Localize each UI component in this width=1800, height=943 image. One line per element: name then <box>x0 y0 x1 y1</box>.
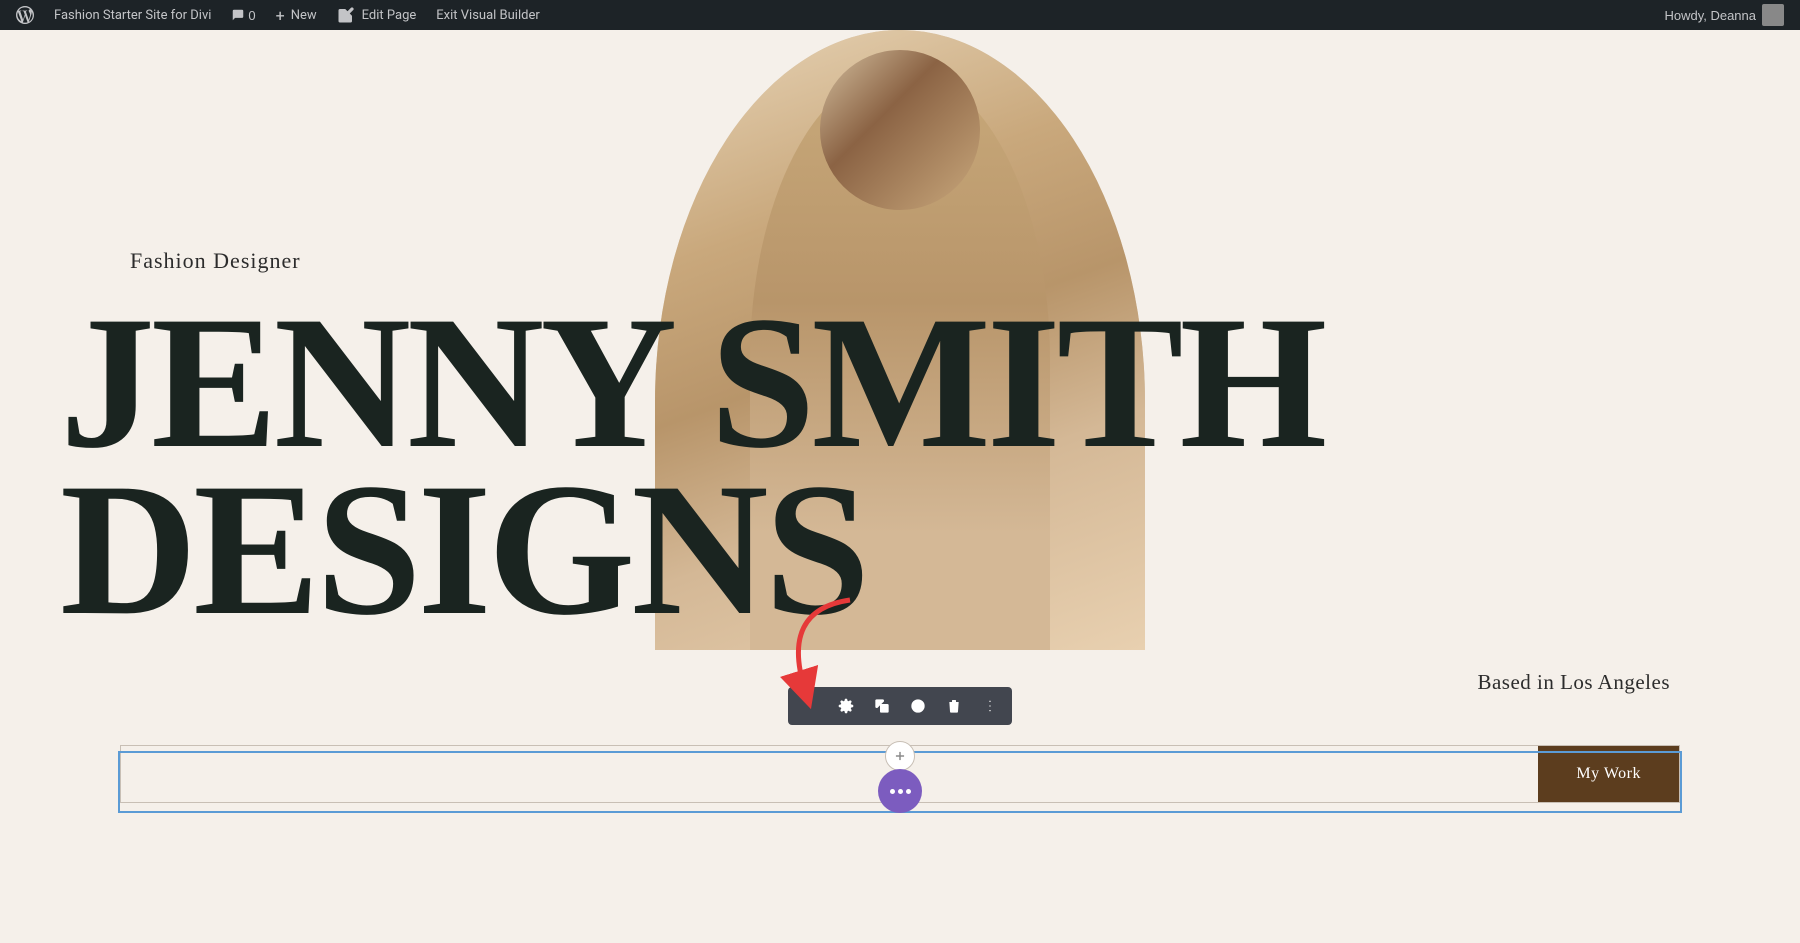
toolbar-more-button[interactable] <box>972 688 1008 724</box>
dot-3 <box>906 789 911 794</box>
wp-logo[interactable] <box>8 0 42 30</box>
hero-location: Based in Los Angeles <box>1477 670 1670 695</box>
toolbar-disable-button[interactable] <box>900 688 936 724</box>
dot-1 <box>890 789 895 794</box>
dot-2 <box>898 789 903 794</box>
edit-page-label: Edit Page <box>362 8 417 23</box>
site-name-text: Fashion Starter Site for Divi <box>54 8 211 23</box>
hero-subtitle: Fashion Designer <box>130 248 301 274</box>
new-link[interactable]: + New <box>268 0 325 30</box>
exit-builder-link[interactable]: Exit Visual Builder <box>428 0 547 30</box>
user-avatar <box>1762 4 1784 26</box>
admin-bar: Fashion Starter Site for Divi 0 + New Ed… <box>0 0 1800 30</box>
comments-count: 0 <box>248 8 255 23</box>
comments-link[interactable]: 0 <box>223 8 263 23</box>
hero-name-line2: DESIGNS <box>60 445 866 655</box>
cta-input[interactable] <box>121 746 1538 802</box>
howdy-text: Howdy, Deanna <box>1664 8 1756 23</box>
new-label: New <box>291 8 317 23</box>
user-greeting[interactable]: Howdy, Deanna <box>1656 4 1792 26</box>
add-row-button[interactable] <box>885 741 915 771</box>
arrow-indicator <box>750 590 880 715</box>
toolbar-delete-button[interactable] <box>936 688 972 724</box>
page-content: Fashion Designer JENNY SMITH DESIGNS Bas… <box>0 30 1800 943</box>
hero-name: JENNY SMITH DESIGNS <box>60 300 1740 634</box>
purple-dot-menu[interactable] <box>878 769 922 813</box>
cta-button[interactable]: My Work <box>1538 746 1679 802</box>
hero-section: Fashion Designer JENNY SMITH DESIGNS Bas… <box>0 30 1800 943</box>
exit-builder-label: Exit Visual Builder <box>436 8 539 23</box>
site-name-link[interactable]: Fashion Starter Site for Divi <box>46 0 219 30</box>
edit-page-link[interactable]: Edit Page <box>329 0 425 30</box>
